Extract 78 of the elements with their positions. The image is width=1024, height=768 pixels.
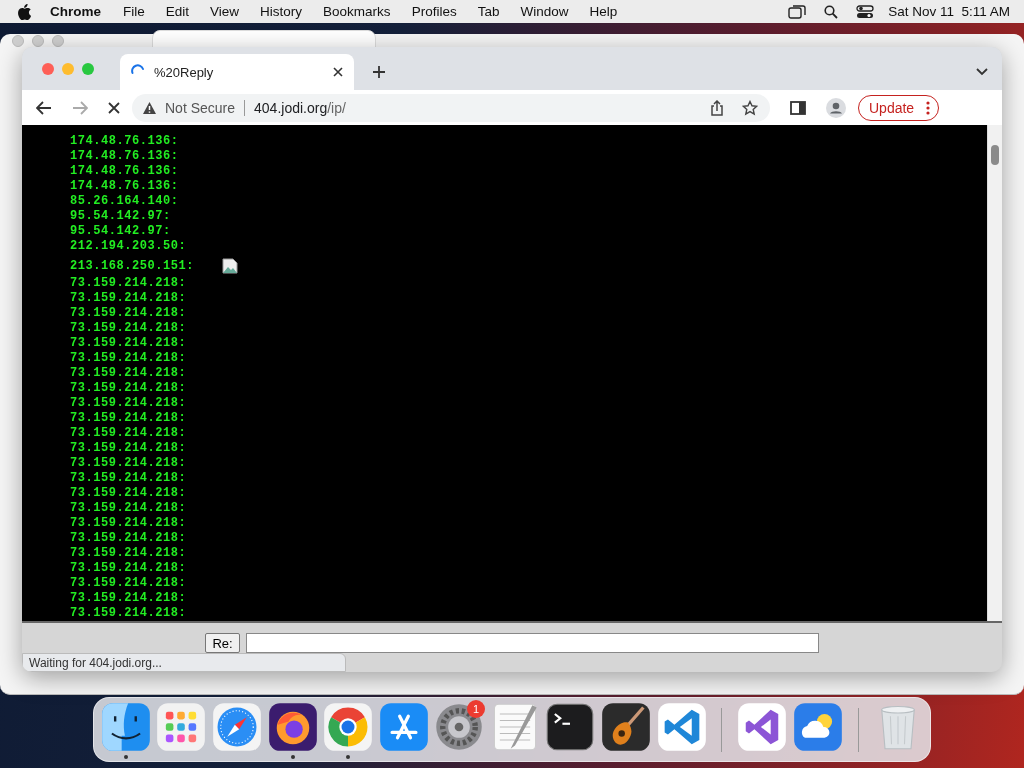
update-button[interactable]: Update [858, 94, 940, 121]
ip-address: 73.159.214.218: [70, 545, 187, 560]
close-icon[interactable] [332, 66, 344, 78]
more-icon [926, 100, 931, 115]
ip-address: 73.159.214.218: [70, 560, 187, 575]
menu-bar-clock[interactable]: Sat Nov 11 5:11 AM [888, 4, 1010, 19]
control-center-icon[interactable] [856, 4, 875, 19]
ip-address: 73.159.214.218: [70, 590, 187, 605]
new-tab-icon[interactable] [372, 65, 386, 79]
ip-address: 174.48.76.136: [70, 163, 179, 178]
menu-item[interactable]: File [123, 4, 145, 19]
ip-address: 73.159.214.218: [70, 425, 187, 440]
menu-item[interactable]: Bookmarks [323, 4, 391, 19]
ip-address: 73.159.214.218: [70, 455, 187, 470]
tab-title: %20Reply [154, 64, 215, 80]
reply-field[interactable] [245, 633, 819, 653]
menu-item[interactable]: Window [520, 4, 569, 19]
ip-address: 73.159.214.218: [70, 530, 187, 545]
back-arrow-icon[interactable] [36, 100, 52, 115]
side-panel-icon[interactable] [790, 100, 806, 115]
ip-address: 73.159.214.218: [70, 380, 187, 395]
color-wheel-icon[interactable] [322, 700, 375, 753]
ip-address: 73.159.214.218: [70, 605, 187, 620]
ip-address: 85.26.164.140: [70, 193, 179, 208]
menu-item[interactable]: Profiles [411, 4, 457, 19]
stop-icon[interactable] [108, 101, 120, 114]
warning-icon [142, 100, 157, 115]
ip-address: 73.159.214.218: [70, 470, 187, 485]
ip-address: 174.48.76.136: [70, 178, 179, 193]
windows-icon[interactable] [788, 4, 807, 19]
ip-address: 73.159.214.218: [70, 485, 187, 500]
menu-item[interactable]: View [210, 4, 240, 19]
ip-address: 73.159.214.218: [70, 500, 187, 515]
face-icon[interactable] [99, 700, 152, 753]
ip-address: 73.159.214.218: [70, 365, 187, 380]
ip-address: 73.159.214.218: [70, 410, 187, 425]
guitar-icon[interactable] [600, 700, 652, 753]
ip-address: 95.54.142.97: [70, 208, 171, 223]
menu-item[interactable]: Tab [477, 4, 500, 19]
ip-address: 73.159.214.218: [70, 395, 187, 410]
menu-item[interactable]: Chrome [50, 4, 101, 19]
ip-address: 174.48.76.136: [70, 133, 179, 148]
url-text[interactable]: 404.jodi.org/ip/ [254, 99, 346, 116]
share-icon[interactable] [710, 99, 724, 116]
ip-address: 73.159.214.218: [70, 575, 187, 590]
profile-icon[interactable] [826, 97, 846, 118]
ip-address: 73.159.214.218: [70, 515, 187, 530]
notification-badge: 1 [467, 700, 486, 718]
ip-address: 73.159.214.218: [70, 305, 187, 320]
cloud-sun-icon[interactable] [791, 700, 844, 753]
ip-address: 95.54.142.97: [70, 223, 171, 238]
menu-item[interactable]: Help [589, 4, 618, 19]
status-bubble: Waiting for 404.jodi.org... [22, 653, 346, 672]
reply-button[interactable]: Re: [205, 633, 240, 653]
ip-address: 73.159.214.218: [70, 335, 187, 350]
fox-globe-icon[interactable] [266, 700, 319, 753]
search-icon[interactable] [824, 4, 839, 19]
ip-address: 73.159.214.218: [70, 440, 187, 455]
browser-tab[interactable]: %20Reply [120, 54, 354, 90]
menu-item[interactable]: Edit [165, 4, 190, 19]
ip-address: 212.194.203.50: [70, 238, 187, 253]
ribbon-icon[interactable] [736, 700, 789, 753]
ip-address: 73.159.214.218: [70, 275, 187, 290]
scrollbar-thumb[interactable] [991, 145, 999, 165]
security-label[interactable]: Not Secure [165, 99, 236, 116]
address-bar[interactable]: Not Secure 404.jodi.org/ip/ [132, 93, 770, 122]
menu-item[interactable]: History [260, 4, 303, 19]
app-store-icon[interactable] [377, 700, 430, 753]
ip-address: 73.159.214.218: [70, 350, 187, 365]
ip-address: 73.159.214.218: [70, 320, 187, 335]
ip-address: 213.168.250.151: [70, 258, 195, 273]
scrollbar[interactable] [987, 125, 1002, 621]
code-editor-icon[interactable] [655, 700, 708, 753]
ip-address: 73.159.214.218: [70, 290, 187, 305]
ip-address: 174.48.76.136: [70, 148, 179, 163]
apple-icon[interactable] [18, 3, 32, 20]
star-icon[interactable] [742, 99, 758, 116]
chevron-down-icon[interactable] [976, 68, 988, 76]
